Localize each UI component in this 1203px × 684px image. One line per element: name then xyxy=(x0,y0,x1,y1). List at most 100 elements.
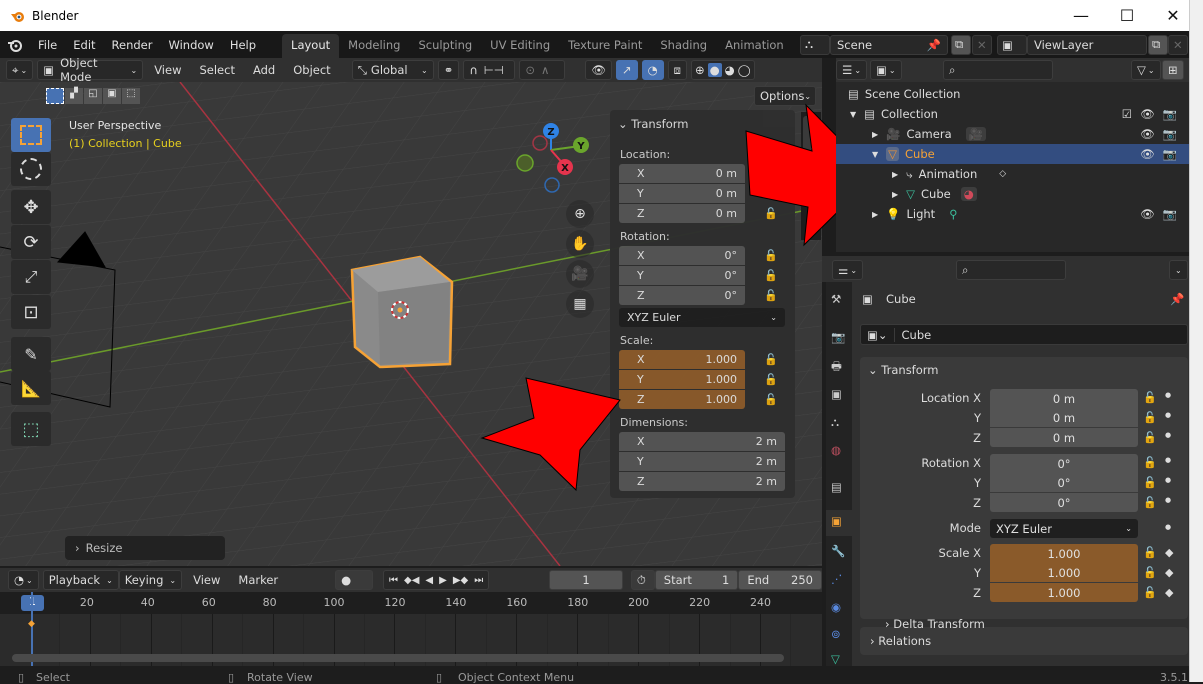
render-tab-icon[interactable]: 📷 xyxy=(831,330,845,344)
timeline-scrollbar[interactable] xyxy=(12,654,784,662)
tool-transform[interactable]: ⊡ xyxy=(11,295,51,329)
modifier-tab-icon[interactable]: 🔧 xyxy=(831,544,845,558)
scene-name-field[interactable]: Scene 📌 xyxy=(830,34,948,55)
tool-cursor[interactable] xyxy=(11,152,51,186)
tool-rotate[interactable]: ⟳ xyxy=(11,225,51,259)
blender-menu-icon[interactable] xyxy=(0,38,30,52)
lock-icon[interactable]: 🔓 xyxy=(764,269,778,282)
tool-annotate[interactable]: ✎ xyxy=(11,337,51,371)
expand-arrow-icon[interactable]: ▶ xyxy=(872,130,878,139)
tool-scale[interactable]: ⤢ xyxy=(11,260,51,294)
keyframe-icon[interactable]: ◆ xyxy=(28,619,35,629)
keyframe-toggle-icon[interactable]: ● xyxy=(1165,496,1171,504)
dimension-x-field[interactable]: X 2 m xyxy=(619,432,785,451)
lock-icon[interactable]: 🔓 xyxy=(1143,391,1157,404)
tab-animation[interactable]: Animation xyxy=(716,34,793,56)
lock-icon[interactable]: 🔓 xyxy=(1143,496,1157,509)
keyframe-toggle-icon[interactable]: ● xyxy=(1165,411,1171,419)
rotation-x-field[interactable]: X 0° xyxy=(619,246,745,265)
solid-shading-icon[interactable]: ● xyxy=(707,63,722,77)
outliner-search-input[interactable]: ⌕ xyxy=(943,60,1053,80)
properties-search-input[interactable]: ⌕ xyxy=(956,260,1066,280)
lock-icon[interactable]: 🔓 xyxy=(1143,456,1157,469)
tab-shading[interactable]: Shading xyxy=(651,34,716,56)
lock-icon[interactable]: 🔓 xyxy=(1143,566,1157,579)
render-camera-icon[interactable]: 📷 xyxy=(1163,127,1177,141)
prop-location-x[interactable]: 0 m xyxy=(990,389,1138,408)
outliner-editor-type-button[interactable]: ☰ ⌄ xyxy=(836,60,868,80)
object-tab-icon[interactable]: ▣ xyxy=(826,510,852,536)
material-shading-icon[interactable]: ◕ xyxy=(725,63,735,77)
menu-window[interactable]: Window xyxy=(160,38,221,52)
maximize-button[interactable]: ☐ xyxy=(1104,0,1150,31)
particles-tab-icon[interactable]: ⋰ xyxy=(831,572,843,586)
menu-file[interactable]: File xyxy=(30,38,65,52)
auto-keying-button[interactable]: ● xyxy=(335,570,374,590)
location-z-field[interactable]: Z 0 m xyxy=(619,204,745,223)
light-data-icon[interactable]: ⚲ xyxy=(949,207,957,221)
output-tab-icon[interactable]: 🖶 xyxy=(831,359,842,378)
outliner-row-light[interactable]: ▶ 💡 Light ⚲ 👁 📷 xyxy=(836,204,1189,224)
lock-icon[interactable]: 🔓 xyxy=(1143,476,1157,489)
properties-options-button[interactable]: ⌄ xyxy=(1169,260,1188,280)
menu-edit[interactable]: Edit xyxy=(65,38,103,52)
select-extend-icon[interactable]: ▞ xyxy=(65,88,83,104)
display-mode-button[interactable]: ▣ ⌄ xyxy=(870,60,902,80)
world-tab-icon[interactable]: ◍ xyxy=(831,443,841,457)
location-x-field[interactable]: X 0 m xyxy=(619,164,745,183)
menu-object[interactable]: Object xyxy=(286,63,337,77)
expand-arrow-icon[interactable]: ▶ xyxy=(892,170,898,179)
camera-data-icon[interactable]: 🎥 xyxy=(965,127,986,141)
keying-dropdown[interactable]: Keying ⌄ xyxy=(118,570,183,590)
eye-icon[interactable]: 👁 xyxy=(1140,107,1155,121)
dimension-z-field[interactable]: Z 2 m xyxy=(619,472,785,491)
constraints-tab-icon[interactable]: ⊚ xyxy=(831,627,841,641)
minimize-button[interactable]: — xyxy=(1058,0,1104,31)
lock-icon[interactable]: 🔓 xyxy=(764,373,778,386)
physics-tab-icon[interactable]: ◉ xyxy=(831,600,841,614)
view-layer-tab-icon[interactable]: ▣ xyxy=(831,387,842,401)
scene-tab-icon[interactable]: ⛬ xyxy=(831,415,839,430)
properties-editor-type-button[interactable]: ⚌ ⌄ xyxy=(832,260,864,280)
render-camera-icon[interactable]: 📷 xyxy=(1163,107,1177,121)
play-icon[interactable]: ▶ xyxy=(439,575,447,586)
last-operator-panel[interactable]: › Resize xyxy=(65,536,225,560)
keyframe-toggle-icon[interactable]: ◆ xyxy=(1165,586,1173,599)
select-invert-icon[interactable]: ▣ xyxy=(103,88,121,104)
navigation-gizmo[interactable]: Z Y X xyxy=(510,120,600,200)
outliner-scene-collection[interactable]: ▤ Scene Collection xyxy=(836,84,1189,104)
scale-x-field[interactable]: X 1.000 xyxy=(619,350,745,369)
prop-rotation-x[interactable]: 0° xyxy=(990,454,1138,473)
outliner-row-camera[interactable]: ▶ 🎥 Camera 🎥 👁 📷 xyxy=(836,124,1189,144)
pan-view-button[interactable]: ✋ xyxy=(566,230,594,258)
rotation-z-field[interactable]: Z 0° xyxy=(619,286,745,305)
action-icon[interactable]: ◇ xyxy=(999,169,1006,179)
timeline-editor-type-button[interactable]: ◔ ⌄ xyxy=(8,570,39,590)
preview-range-toggle[interactable]: ⏱ xyxy=(630,570,655,590)
select-intersect-icon[interactable]: ⬚ xyxy=(122,88,140,104)
eye-icon[interactable]: 👁 xyxy=(1140,207,1155,221)
xray-toggle-button[interactable]: ⧈ xyxy=(667,60,687,80)
keyframe-toggle-icon[interactable]: ● xyxy=(1165,476,1171,484)
jump-start-icon[interactable]: ⏮ xyxy=(389,575,398,586)
prop-scale-z[interactable]: 1.000 xyxy=(990,583,1138,602)
relations-header[interactable]: › Relations xyxy=(870,634,931,648)
delete-scene-button[interactable]: ✕ xyxy=(972,34,992,55)
keyframe-toggle-icon[interactable]: ● xyxy=(1165,431,1171,439)
next-keyframe-icon[interactable]: ▶◆ xyxy=(453,575,468,586)
expand-arrow-icon[interactable]: ▶ xyxy=(892,190,898,199)
current-frame-field[interactable]: 1 xyxy=(549,570,623,590)
new-view-layer-button[interactable]: ⧉ xyxy=(1148,34,1168,55)
outliner-row-animation[interactable]: ▶ ⤷ Animation ◇ xyxy=(836,164,1189,184)
outliner-row-cube-mesh[interactable]: ▶ ▽ Cube ◕ xyxy=(836,184,1189,204)
transform-section-header[interactable]: ⌄ Transform xyxy=(868,363,939,377)
lock-icon[interactable]: 🔓 xyxy=(764,393,778,406)
scene-selector-button[interactable]: ⛬ xyxy=(800,34,830,55)
keyframe-toggle-icon[interactable]: ● xyxy=(1165,391,1171,399)
timeline-menu-view[interactable]: View xyxy=(186,573,227,587)
editor-type-button[interactable]: ⌖ ⌄ xyxy=(6,60,34,80)
tool-tab-icon[interactable]: ⚒ xyxy=(831,292,841,306)
pin-icon[interactable]: 📌 xyxy=(1170,292,1184,306)
keyframe-toggle-icon[interactable]: ● xyxy=(1165,523,1171,531)
lock-icon[interactable]: 🔓 xyxy=(1143,586,1157,599)
